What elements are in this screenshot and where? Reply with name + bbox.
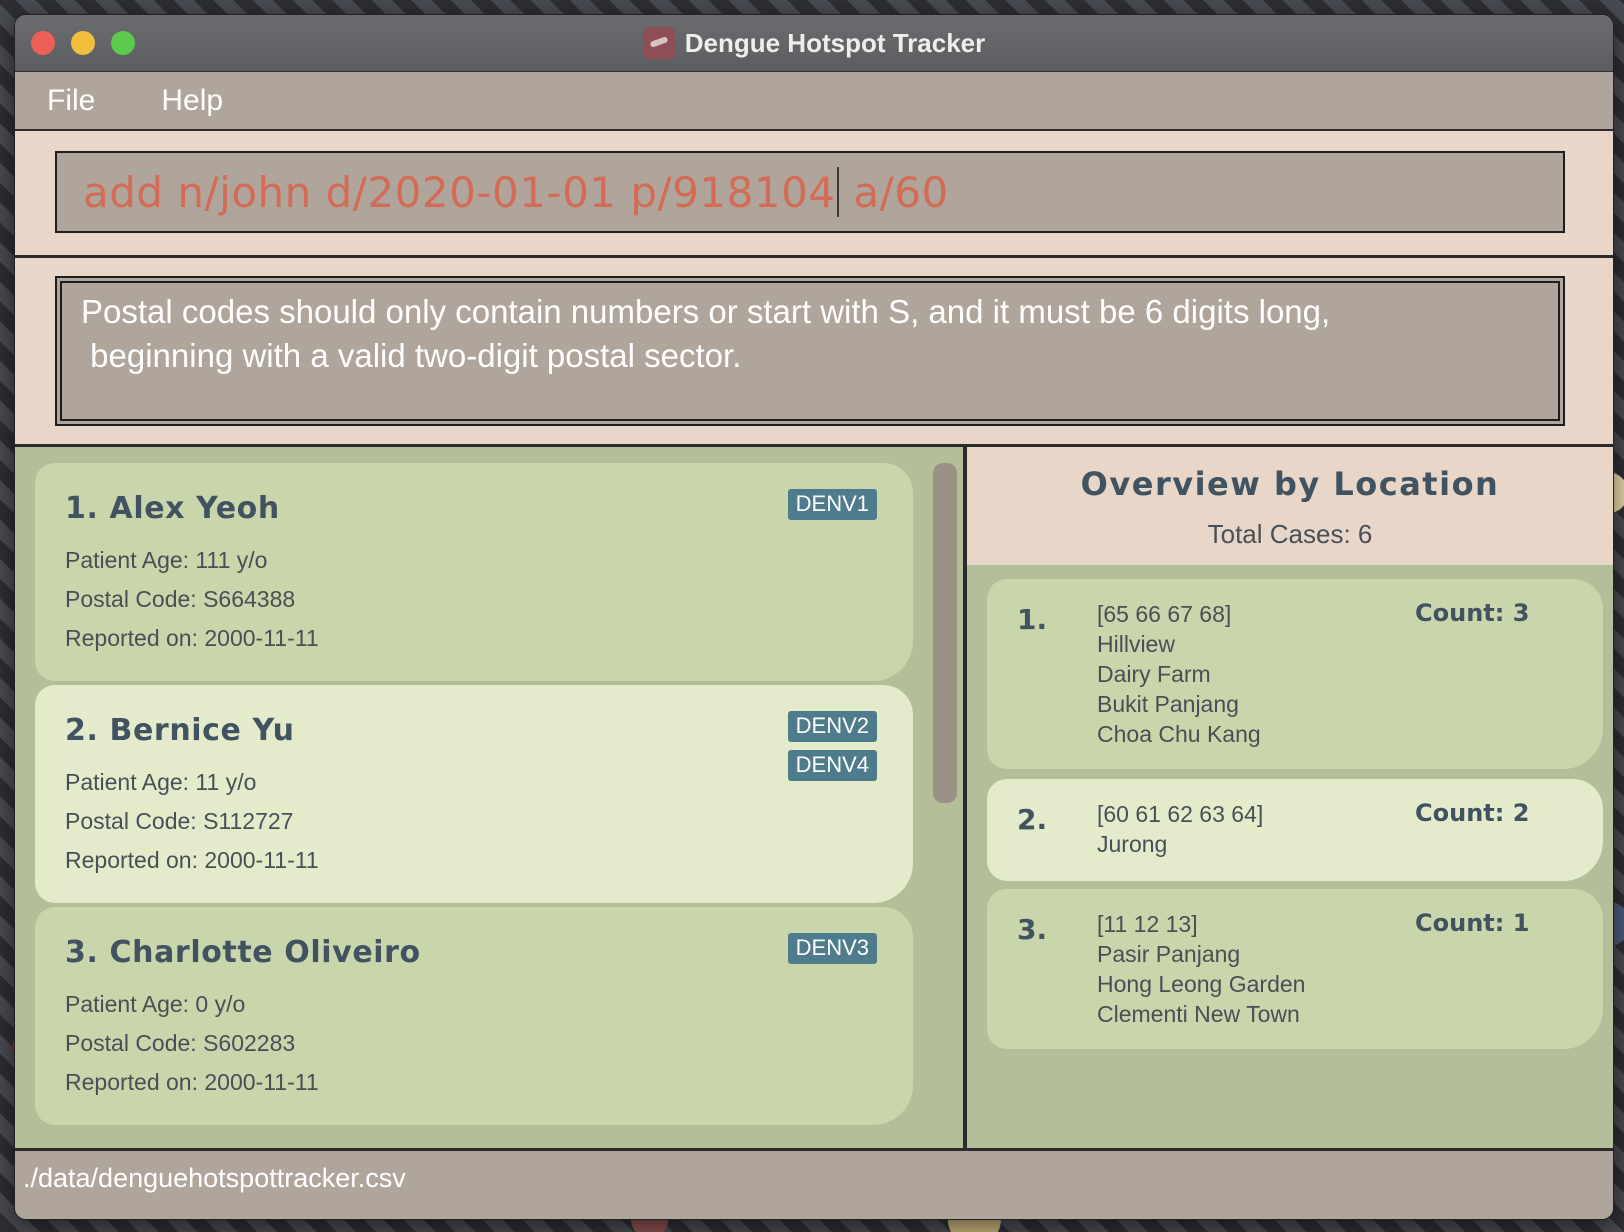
- overview-total-cases: Total Cases: 6: [1207, 519, 1373, 549]
- location-index: 1.: [1017, 603, 1048, 636]
- location-details: [11 12 13] Pasir Panjang Hong Leong Gard…: [1097, 909, 1305, 1029]
- location-details: [65 66 67 68] Hillview Dairy Farm Bukit …: [1097, 599, 1261, 749]
- location-index: 3.: [1017, 913, 1048, 946]
- patient-postal-code: Postal Code: S664388: [65, 586, 296, 612]
- overview-panel: Overview by Location Total Cases: 6 1. […: [967, 447, 1613, 1148]
- overview-header: Overview by Location Total Cases: 6: [967, 447, 1613, 565]
- postal-sectors: [11 12 13]: [1097, 911, 1198, 937]
- menu-file[interactable]: File: [33, 84, 109, 118]
- location-name: Hillview: [1097, 631, 1175, 657]
- location-details: [60 61 62 63 64] Jurong: [1097, 799, 1263, 859]
- overview-title: Overview by Location: [1080, 465, 1500, 503]
- patient-reported-date: Reported on: 2000-11-11: [65, 847, 319, 873]
- mosquito-app-icon: [642, 27, 675, 59]
- location-count: Count: 2: [1415, 799, 1530, 827]
- result-message: Postal codes should only contain numbers…: [81, 293, 1331, 374]
- patient-reported-date: Reported on: 2000-11-11: [65, 1069, 319, 1095]
- patient-list-scrollbar[interactable]: [933, 463, 957, 803]
- patient-name: 3. Charlotte Oliveiro: [65, 935, 421, 970]
- variant-tag: DENV3: [787, 933, 877, 964]
- location-name: Jurong: [1097, 831, 1168, 857]
- variant-tags: DENV2 DENV4: [787, 711, 877, 781]
- location-name: Hong Leong Garden: [1097, 971, 1306, 997]
- patient-name: 1. Alex Yeoh: [65, 491, 280, 526]
- command-text-before-caret: add n/john d/2020-01-01 p/918104: [83, 167, 836, 217]
- location-name: Dairy Farm: [1097, 661, 1211, 687]
- patient-card[interactable]: 1. Alex Yeoh Patient Age: 111 y/o Postal…: [35, 463, 913, 681]
- patient-age: Patient Age: 11 y/o: [65, 769, 257, 795]
- patient-card[interactable]: 2. Bernice Yu Patient Age: 11 y/o Postal…: [35, 685, 913, 903]
- location-count: Count: 3: [1415, 599, 1530, 627]
- command-input[interactable]: add n/john d/2020-01-01 p/918104 a/60: [55, 151, 1565, 233]
- location-name: Clementi New Town: [1097, 1001, 1300, 1027]
- data-file-path: ./data/denguehotspottracker.csv: [23, 1163, 406, 1193]
- window-title: Dengue Hotspot Tracker: [684, 27, 986, 58]
- patient-postal-code: Postal Code: S112727: [65, 808, 294, 834]
- location-card[interactable]: 3. [11 12 13] Pasir Panjang Hong Leong G…: [987, 889, 1603, 1049]
- location-name: Bukit Panjang: [1097, 691, 1239, 717]
- postal-sectors: [65 66 67 68]: [1097, 601, 1232, 627]
- patient-age: Patient Age: 111 y/o: [65, 547, 268, 573]
- title-bar[interactable]: Dengue Hotspot Tracker: [15, 15, 1613, 72]
- command-text-after-caret: a/60: [839, 167, 949, 217]
- result-area: Postal codes should only contain numbers…: [15, 258, 1613, 447]
- patient-age: Patient Age: 0 y/o: [65, 991, 246, 1017]
- location-card[interactable]: 1. [65 66 67 68] Hillview Dairy Farm Buk…: [987, 579, 1603, 769]
- patient-card[interactable]: 3. Charlotte Oliveiro Patient Age: 0 y/o…: [35, 907, 913, 1125]
- variant-tag: DENV1: [787, 489, 877, 520]
- variant-tags: DENV1: [787, 489, 877, 520]
- location-card[interactable]: 2. [60 61 62 63 64] Jurong Count: 2: [987, 779, 1603, 881]
- patient-name: 2. Bernice Yu: [65, 713, 295, 748]
- patient-postal-code: Postal Code: S602283: [65, 1030, 296, 1056]
- location-name: Choa Chu Kang: [1097, 721, 1261, 747]
- command-area: add n/john d/2020-01-01 p/918104 a/60: [15, 131, 1613, 258]
- result-display[interactable]: Postal codes should only contain numbers…: [55, 276, 1565, 426]
- menu-help[interactable]: Help: [147, 84, 237, 118]
- app-window: Dengue Hotspot Tracker File Help add n/j…: [14, 14, 1614, 1220]
- window-title-group: Dengue Hotspot Tracker: [15, 15, 1613, 71]
- location-count: Count: 1: [1415, 909, 1530, 937]
- text-caret: [836, 167, 839, 217]
- variant-tag: DENV2: [787, 711, 877, 742]
- location-index: 2.: [1017, 803, 1048, 836]
- postal-sectors: [60 61 62 63 64]: [1097, 801, 1264, 827]
- variant-tags: DENV3: [787, 933, 877, 964]
- menu-bar: File Help: [15, 72, 1613, 131]
- variant-tag: DENV4: [787, 750, 877, 781]
- patient-list-panel: 1. Alex Yeoh Patient Age: 111 y/o Postal…: [15, 447, 963, 1148]
- main-panels: 1. Alex Yeoh Patient Age: 111 y/o Postal…: [15, 447, 1613, 1148]
- location-name: Pasir Panjang: [1097, 941, 1241, 967]
- patient-reported-date: Reported on: 2000-11-11: [65, 625, 319, 651]
- status-bar: ./data/denguehotspottracker.csv: [15, 1148, 1613, 1219]
